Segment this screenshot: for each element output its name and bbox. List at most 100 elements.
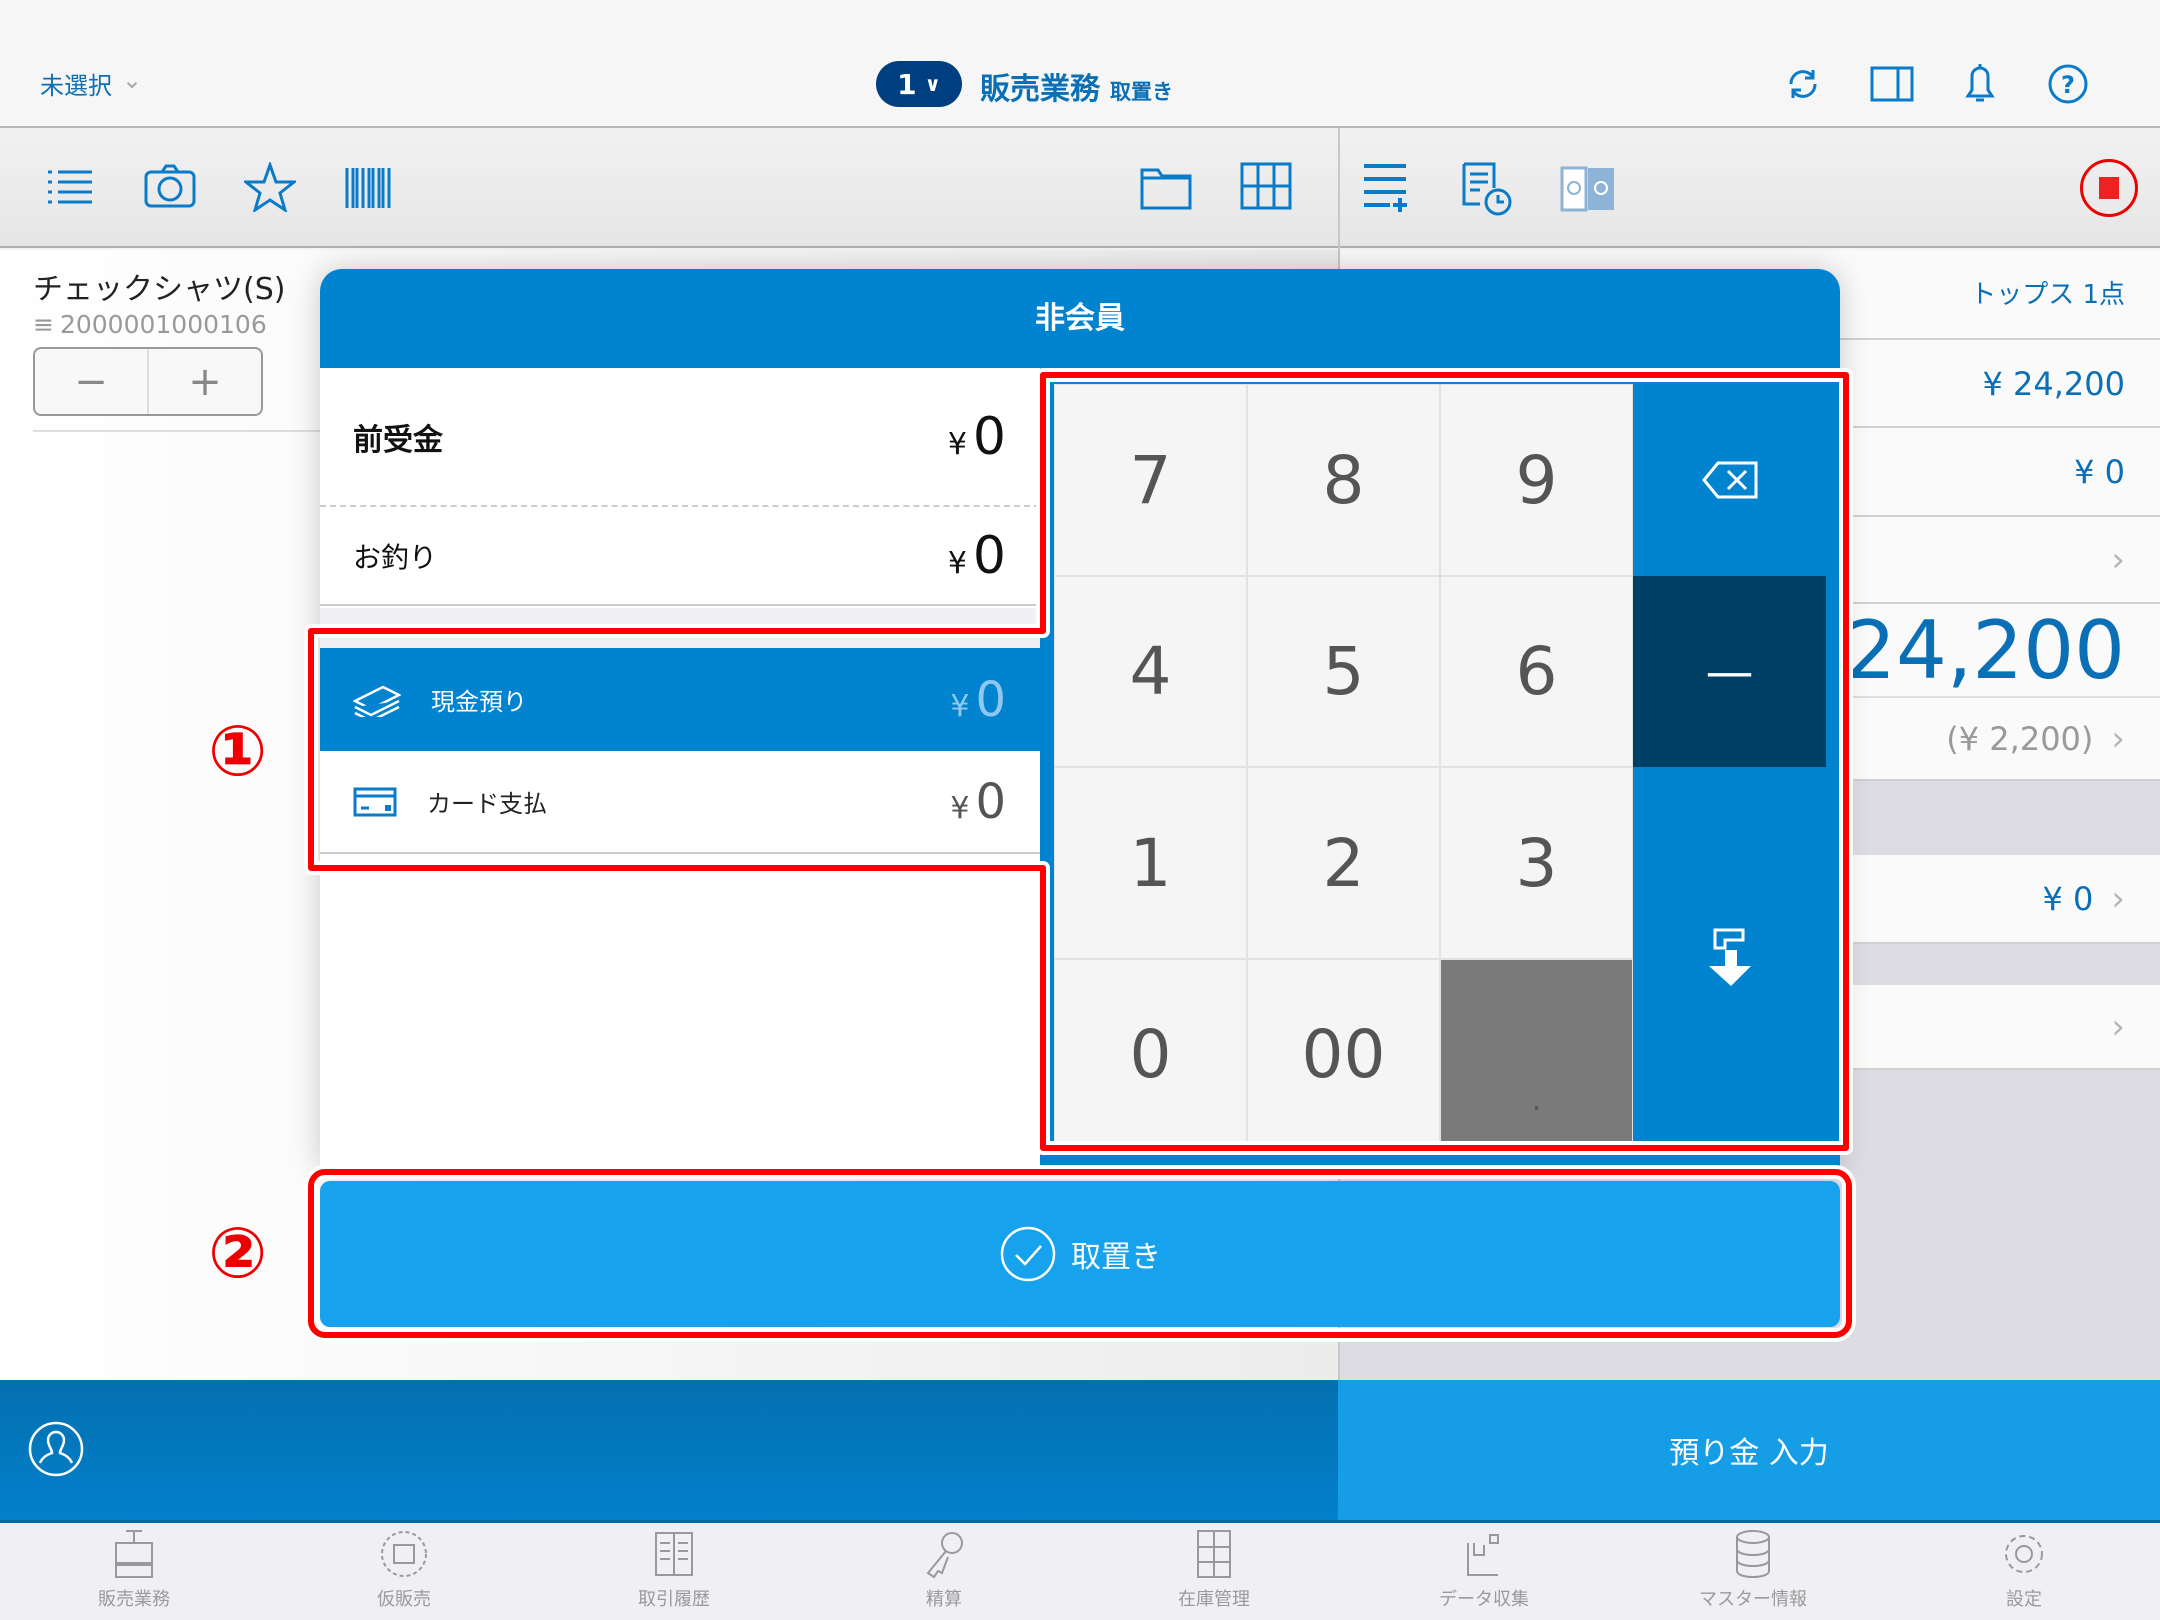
change-value: 0 [972, 525, 1006, 586]
category-count-text: トップス 1点 [1970, 280, 2125, 310]
key-decimal[interactable]: . [1440, 959, 1633, 1149]
key-4[interactable]: 4 [1054, 576, 1247, 767]
tab-item[interactable]: 在庫管理 [1114, 1529, 1314, 1611]
receipt-history-icon[interactable] [1462, 162, 1514, 218]
tab-item[interactable]: マスター情報 [1653, 1529, 1853, 1611]
chevron-right-icon: › [2111, 540, 2125, 580]
change-currency: ¥ [947, 545, 967, 581]
barcode-icon[interactable] [344, 166, 394, 208]
tab-label: 在庫管理 [1178, 1589, 1250, 1610]
keypad: 7 8 9 4 5 6 1 2 3 0 00. — [1040, 368, 1840, 1169]
tab-label: マスター情報 [1699, 1589, 1807, 1610]
payment-modal: 非会員 前受金 ¥0 お釣り ¥0 現金預り ¥0 カード支払 ¥0 789 45… [320, 269, 1840, 1169]
tab-item[interactable]: 精算 [844, 1529, 1044, 1611]
payment-currency: ¥ [950, 688, 970, 724]
divider [33, 430, 333, 432]
decrement-button[interactable]: − [35, 349, 149, 414]
change-label: お釣り [353, 540, 438, 574]
tab-label: 販売業務 [98, 1589, 170, 1610]
key-00[interactable]: 00 [1247, 959, 1440, 1149]
key-3[interactable]: 3 [1440, 767, 1633, 959]
tab-label: 取引履歴 [638, 1589, 710, 1610]
title-text: 販売業務 [980, 72, 1100, 107]
help-icon[interactable]: ? [2047, 63, 2089, 105]
key-1[interactable]: 1 [1054, 767, 1247, 959]
deposit-label: 前受金 [353, 422, 443, 458]
enter-key[interactable] [1633, 767, 1826, 1149]
payment-cash[interactable]: 現金預り ¥0 [320, 648, 1040, 751]
chevron-down-icon: ⌄ [122, 66, 143, 94]
tab-item[interactable]: 設定 [1924, 1529, 2124, 1611]
deposit-currency: ¥ [947, 426, 967, 462]
hold-confirm-button[interactable]: 取置き [320, 1181, 1840, 1327]
backspace-icon [1701, 461, 1757, 499]
data-collection-icon [1467, 1534, 1499, 1576]
increment-button[interactable]: + [149, 349, 261, 414]
annotation-marker-2: ② [208, 1212, 268, 1294]
temp-sale-icon [381, 1531, 427, 1577]
quantity-stepper[interactable]: − + [33, 347, 263, 416]
key-2[interactable]: 2 [1247, 767, 1440, 959]
header: 未選択 ⌄ 1 ∨ 販売業務 取置き ? [0, 0, 2160, 128]
customer-bar [0, 1380, 1338, 1520]
key-9[interactable]: 9 [1440, 384, 1633, 576]
check-circle-icon [1000, 1226, 1056, 1282]
register-selector[interactable]: 1 ∨ [876, 61, 962, 107]
key-7[interactable]: 7 [1054, 384, 1247, 576]
change-row: お釣り ¥0 [320, 507, 1040, 606]
tab-item[interactable]: データ収集 [1384, 1529, 1584, 1611]
product-code-row: ≡ 2000001000106 [33, 310, 267, 339]
toggle-check-icon[interactable] [1560, 166, 1616, 212]
tab-label: 設定 [2006, 1589, 2042, 1610]
total-value: 24,200 [1845, 604, 2125, 697]
page-title: 販売業務 取置き [980, 64, 1173, 108]
annotation-marker-1: ① [208, 710, 268, 792]
deposit-input-label: 預り金 入力 [1669, 1436, 1829, 1471]
chevron-right-icon: › [2111, 1007, 2125, 1047]
folder-icon[interactable] [1140, 166, 1192, 210]
deposit-input-button[interactable]: 預り金 入力 [1338, 1380, 2160, 1520]
camera-icon[interactable] [144, 164, 196, 208]
payment-label: カード支払 [427, 790, 547, 818]
tab-label: 仮販売 [377, 1589, 431, 1610]
list-icon[interactable] [46, 168, 94, 206]
toolbar [0, 128, 2160, 248]
payment-label: 現金預り [431, 688, 527, 716]
add-list-icon[interactable] [1362, 162, 1410, 212]
payment-card[interactable]: カード支払 ¥0 [320, 751, 1040, 854]
spacer [320, 608, 1040, 648]
enter-arrow-icon [1708, 928, 1751, 986]
bell-icon[interactable] [1962, 60, 1998, 106]
backspace-key[interactable] [1633, 384, 1826, 576]
deposit-row: 前受金 ¥0 [320, 368, 1040, 507]
stop-button[interactable] [2080, 159, 2138, 217]
key-0[interactable]: 0 [1054, 959, 1247, 1149]
panel-toggle-icon[interactable] [1870, 66, 1914, 102]
payment-value: 0 [975, 773, 1006, 830]
chevron-down-icon: ∨ [924, 72, 941, 96]
store-select[interactable]: 未選択 ⌄ [40, 66, 142, 101]
key-8[interactable]: 8 [1247, 384, 1440, 576]
tab-item[interactable]: 取引履歴 [574, 1529, 774, 1611]
star-icon[interactable] [244, 162, 296, 212]
refresh-icon[interactable] [1783, 64, 1823, 104]
store-select-label: 未選択 [40, 72, 112, 100]
register-icon [115, 1530, 153, 1578]
key-5[interactable]: 5 [1247, 576, 1440, 767]
barcode-lines-icon: ≡ [33, 310, 54, 339]
chevron-right-icon: › [2111, 719, 2125, 759]
tab-item[interactable]: 仮販売 [304, 1529, 504, 1611]
card-icon [353, 787, 397, 816]
tab-item[interactable]: 販売業務 [34, 1529, 234, 1611]
product-name[interactable]: チェックシャツ(S) [33, 264, 285, 308]
grid-icon[interactable] [1240, 162, 1292, 210]
cash-icon [353, 685, 401, 717]
key-6[interactable]: 6 [1440, 576, 1633, 767]
minus-key[interactable]: — [1633, 576, 1826, 767]
settlement-key-icon [926, 1532, 963, 1579]
mode-text: 取置き [1110, 80, 1173, 104]
customer-icon[interactable] [27, 1420, 85, 1478]
tax-value: (¥ 2,200) [1946, 720, 2094, 758]
hold-confirm-label: 取置き [1071, 1240, 1161, 1275]
discount-value: ¥ 0 [2074, 453, 2125, 491]
